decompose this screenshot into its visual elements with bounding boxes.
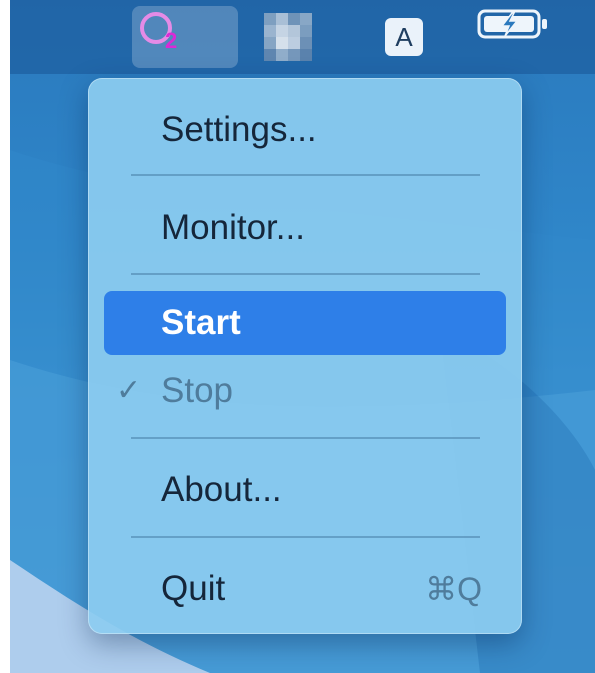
battery-icon [477, 9, 547, 39]
battery-charging-icon[interactable] [476, 6, 564, 68]
menu-item-start[interactable]: Start [104, 291, 506, 355]
o2-app-icon[interactable]: 2 [132, 6, 238, 68]
menu-item-monitor[interactable]: Monitor... [104, 196, 506, 260]
menu-item-label: About... [161, 470, 282, 509]
menu-item-label: Quit [161, 569, 226, 608]
input-source-indicator[interactable]: A [378, 6, 430, 68]
menu-item-label: Settings... [161, 110, 317, 149]
menu-item-label: Stop [161, 371, 233, 410]
menu-item-quit[interactable]: Quit ⌘Q [104, 557, 506, 621]
o2-logo-icon: 2 [140, 12, 177, 53]
menu-item-label: Start [161, 303, 241, 342]
menu-item-about[interactable]: About... [104, 458, 506, 522]
menu-item-settings[interactable]: Settings... [104, 98, 506, 162]
menu-bar: 2 A [10, 0, 595, 74]
pixelated-icon[interactable] [260, 6, 316, 68]
svg-text:2: 2 [165, 28, 177, 53]
pixelated-status-icon [264, 13, 312, 61]
menu-item-label: Monitor... [161, 208, 305, 247]
input-source-label: A [385, 18, 423, 56]
menu-separator [131, 273, 480, 275]
menu-separator [131, 536, 480, 538]
quit-shortcut-label: ⌘Q [425, 571, 482, 607]
menu-separator [131, 174, 480, 176]
screenshot-frame: 2 A Settings... Monitor... Start ✓ Stop … [0, 0, 595, 673]
status-menu-dropdown: Settings... Monitor... Start ✓ Stop Abou… [88, 78, 522, 634]
menu-item-stop: ✓ Stop [104, 359, 506, 423]
menu-separator [131, 437, 480, 439]
checkmark-icon: ✓ [116, 374, 142, 407]
